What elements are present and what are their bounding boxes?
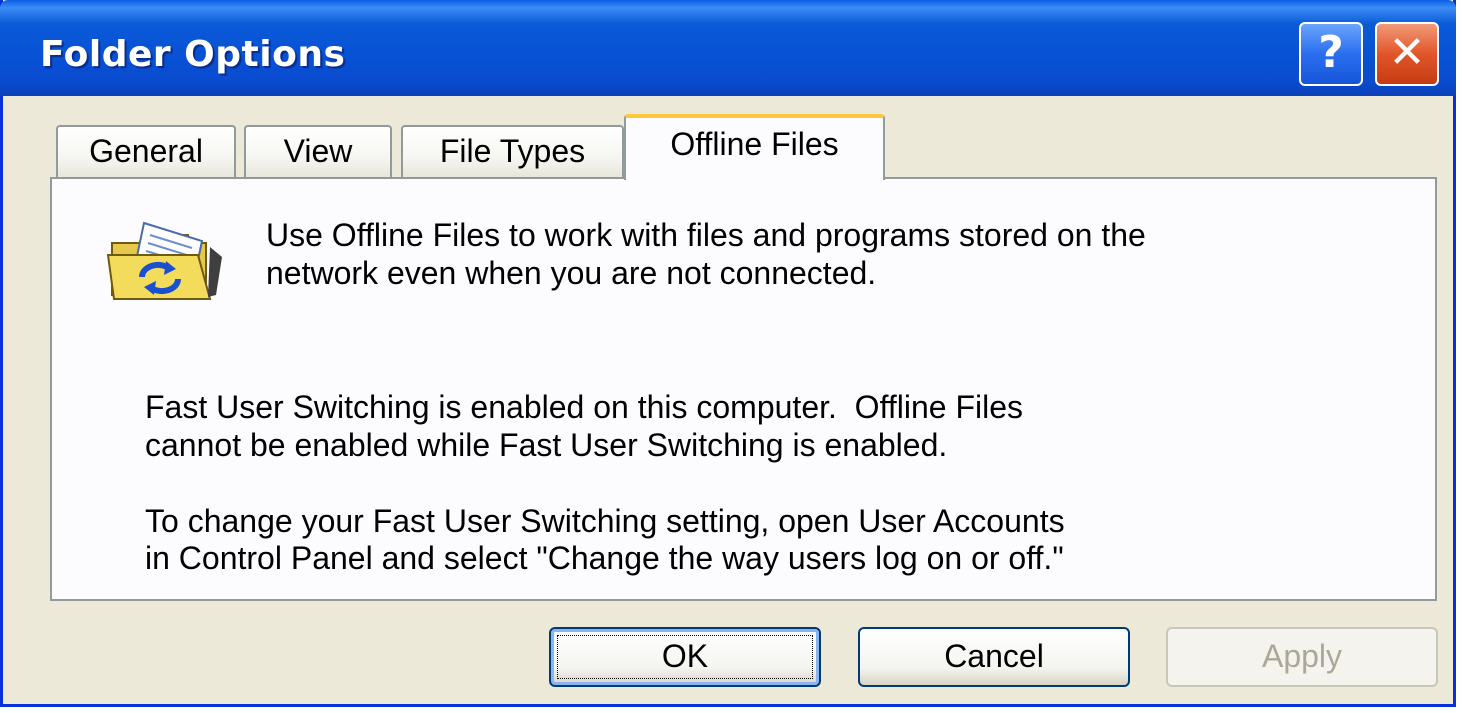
help-button[interactable]: ? (1299, 22, 1363, 86)
offline-files-folder-icon (106, 221, 222, 300)
tab-view-label: View (283, 133, 353, 169)
cancel-button[interactable]: Cancel (858, 627, 1130, 687)
intro-text-line-1: Use Offline Files to work with files and… (266, 217, 1146, 253)
focus-rectangle (557, 635, 813, 679)
ok-button[interactable]: OK (549, 627, 821, 687)
change-setting-text-line-2: in Control Panel and select "Change the … (145, 540, 1064, 576)
close-button[interactable]: ✕ (1375, 22, 1439, 86)
window-title: Folder Options (40, 34, 346, 75)
tab-offline-files-label: Offline Files (670, 126, 839, 162)
tab-offline-files[interactable]: Offline Files (624, 114, 885, 180)
apply-button[interactable]: Apply (1166, 627, 1438, 687)
apply-button-label: Apply (1261, 638, 1343, 674)
intro-text-line-2: network even when you are not connected. (266, 255, 877, 291)
title-bar[interactable]: Folder Options ? ✕ (0, 0, 1456, 96)
help-icon: ? (1318, 27, 1344, 78)
tab-file-types[interactable]: File Types (401, 125, 624, 177)
close-icon: ✕ (1388, 27, 1426, 78)
tab-view[interactable]: View (244, 125, 392, 177)
folder-options-dialog: Folder Options ? ✕ General View File Typ… (0, 0, 1456, 707)
fast-user-switching-text-line-1: Fast User Switching is enabled on this c… (145, 389, 1024, 425)
change-setting-text-line-1: To change your Fast User Switching setti… (145, 503, 1065, 539)
cancel-button-label: Cancel (944, 638, 1044, 674)
tab-file-types-label: File Types (439, 133, 586, 169)
tab-general[interactable]: General (56, 125, 236, 177)
offline-files-panel: Use Offline Files to work with files and… (50, 177, 1437, 601)
tab-general-label: General (89, 133, 203, 169)
fast-user-switching-text-line-2: cannot be enabled while Fast User Switch… (145, 427, 948, 463)
